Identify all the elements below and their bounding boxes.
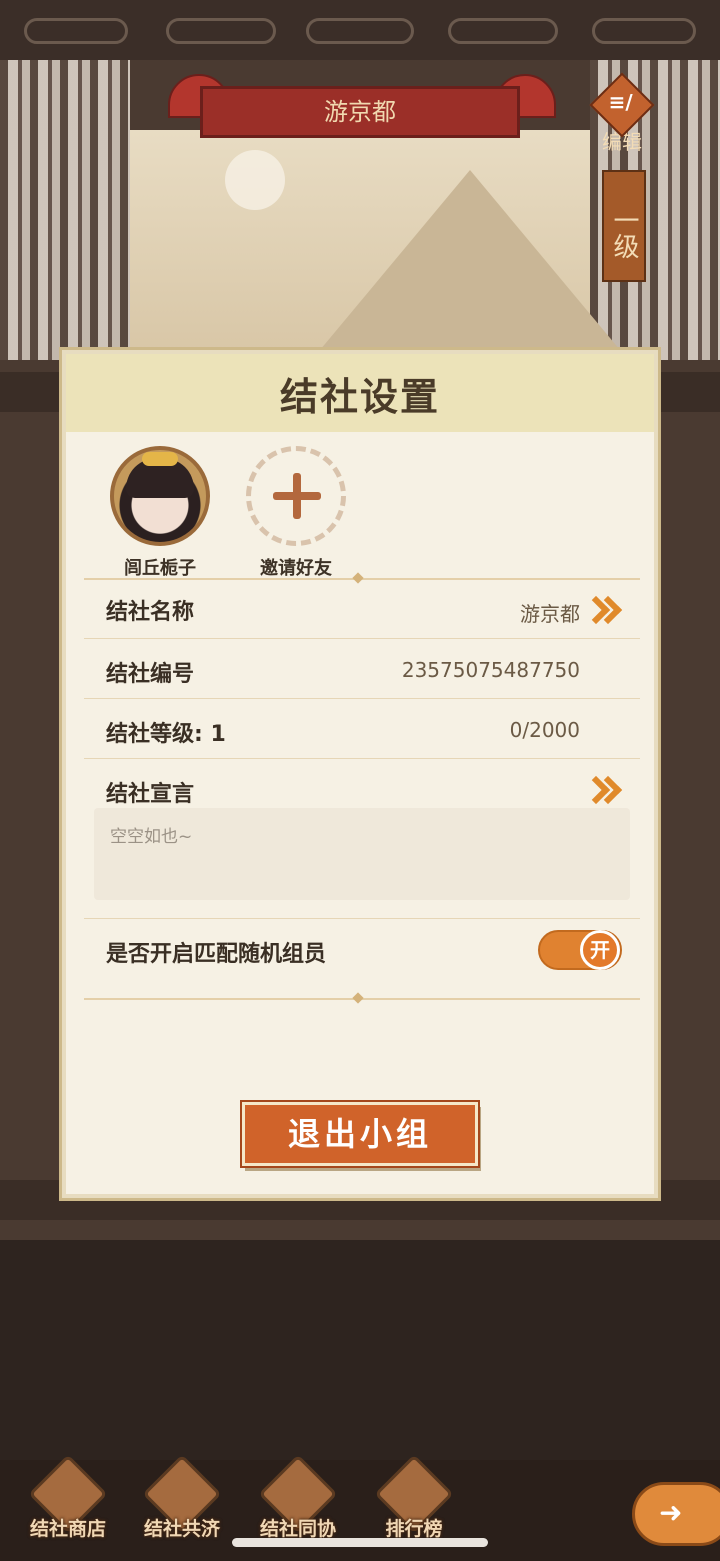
row-separator (84, 638, 640, 639)
tab-label: 结社同协 (259, 1518, 336, 1540)
random-match-label: 是否开启匹配随机组员 (106, 942, 327, 967)
chevron-right-icon[interactable] (581, 595, 623, 625)
society-id-value: 23575075487750 (401, 658, 580, 682)
rail-ornament (24, 18, 128, 44)
society-settings-dialog: 结社设置 闾丘栀子 邀请好友 结社名称 游京都 结社编号 23575075487… (62, 350, 658, 1198)
tab-label: 排行榜 (385, 1518, 443, 1540)
tab-label: 结社商店 (29, 1518, 106, 1540)
manifesto-box: 空空如也~ (94, 808, 630, 900)
row-separator (84, 698, 640, 699)
tab-shop[interactable]: 结社商店 (18, 1454, 118, 1550)
invite-friend-button[interactable]: 邀请好友 (236, 446, 356, 580)
society-level-label: 结社等级: 1 (106, 722, 226, 747)
level-tag: 一级 (602, 170, 646, 282)
curtain-left (0, 60, 130, 360)
invite-label: 邀请好友 (260, 558, 332, 579)
toggle-knob: 开 (580, 930, 620, 970)
society-name-value: 游京都 (520, 602, 580, 626)
manifesto-text: 空空如也~ (110, 827, 193, 847)
tab-aid[interactable]: 结社共济 (132, 1454, 232, 1550)
manifesto-label: 结社宣言 (106, 782, 195, 807)
tab-label: 结社共济 (143, 1518, 220, 1540)
rail-ornament (306, 18, 414, 44)
back-button[interactable]: ➜ (632, 1482, 720, 1546)
divider (84, 572, 640, 584)
back-icon: ➜ (659, 1496, 683, 1529)
rail-ornament (448, 18, 558, 44)
edit-button[interactable]: ≡/ 编辑 (589, 72, 655, 154)
row-separator (84, 918, 640, 919)
row-separator (84, 758, 640, 759)
random-match-toggle[interactable]: 开 (538, 930, 622, 970)
mountain-decoration (320, 170, 620, 350)
dialog-title: 结社设置 (279, 375, 440, 419)
chevron-right-icon[interactable] (581, 775, 623, 805)
avatar (110, 446, 210, 546)
rail-ornament (166, 18, 276, 44)
floor (0, 1240, 720, 1460)
exit-group-button[interactable]: 退出小组 (242, 1102, 478, 1166)
top-rail (0, 0, 720, 60)
society-id-label: 结社编号 (106, 662, 195, 687)
member-slot[interactable]: 闾丘栀子 (100, 446, 220, 580)
plus-icon (246, 446, 346, 546)
society-banner: 游京都 (200, 86, 520, 138)
home-indicator[interactable] (232, 1538, 488, 1547)
society-name-label: 结社名称 (106, 600, 195, 625)
member-name: 闾丘栀子 (124, 558, 196, 579)
hair-ornament (142, 452, 178, 466)
rail-ornament (592, 18, 696, 44)
sun-decoration (225, 150, 285, 210)
society-exp-value: 0/2000 (509, 718, 580, 742)
divider (84, 992, 640, 1004)
